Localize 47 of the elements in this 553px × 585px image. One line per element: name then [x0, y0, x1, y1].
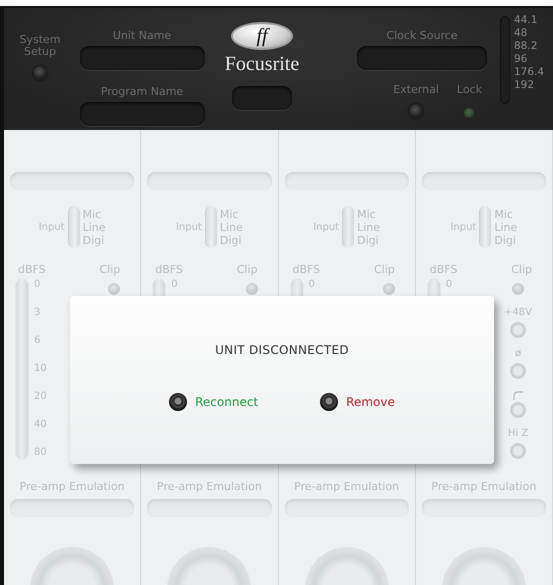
sample-rate-option[interactable]: 44.1 [514, 14, 544, 27]
clip-indicator [382, 282, 395, 294]
system-setup-button[interactable] [33, 66, 47, 80]
clip-indicator [246, 282, 258, 294]
channel-name-field[interactable] [284, 172, 409, 190]
dialog-button[interactable]: Reconnect [169, 393, 258, 411]
program-name-label: Program Name [100, 86, 184, 98]
preamp-field[interactable] [147, 499, 272, 517]
unit-name-label: Unit Name [112, 30, 172, 42]
input-selector[interactable] [342, 206, 354, 248]
channel-name-field[interactable] [10, 172, 134, 190]
high-pass-filter-icon [513, 390, 524, 400]
dialog-title: UNIT DISCONNECTED [215, 342, 349, 359]
channel-name-field[interactable] [422, 172, 546, 190]
input-selector[interactable] [479, 206, 492, 248]
switch-button[interactable] [510, 322, 526, 338]
preamp-field[interactable] [284, 499, 409, 517]
knob-icon [320, 393, 338, 411]
system-setup-label: System Setup [18, 34, 62, 58]
sample-rate-option[interactable]: 96 [514, 53, 544, 66]
clip-indicator [108, 282, 120, 294]
program-number-field[interactable] [232, 86, 292, 110]
clock-source-label: Clock Source [386, 30, 458, 42]
sample-rate-option[interactable]: 48 [514, 27, 544, 40]
knob-icon [169, 393, 188, 411]
channel-name-field[interactable] [147, 172, 272, 190]
switch-button[interactable] [510, 362, 526, 378]
input-selector[interactable] [204, 206, 217, 248]
program-name-field[interactable] [80, 102, 204, 126]
switch-button[interactable] [510, 442, 526, 458]
external-label: External [393, 84, 439, 96]
clock-source-field[interactable] [357, 46, 487, 70]
preamp-field[interactable] [422, 499, 546, 517]
input-selector[interactable] [68, 206, 80, 248]
sample-rate-option[interactable]: 176.4 [514, 66, 544, 79]
clip-indicator [512, 282, 524, 294]
sample-rate-option[interactable]: 192 [514, 79, 544, 92]
dialog-button[interactable]: Remove [320, 393, 395, 411]
preamp-field[interactable] [10, 499, 134, 517]
lock-label: Lock [456, 84, 482, 96]
switch-button[interactable] [510, 402, 526, 418]
unit-name-field[interactable] [80, 46, 204, 70]
external-button[interactable] [409, 104, 424, 118]
lock-indicator [464, 108, 474, 118]
logo-text: Focusrite [224, 54, 300, 74]
logo-mark: ff [256, 26, 268, 46]
sample-rate-option[interactable]: 88.2 [514, 40, 544, 53]
